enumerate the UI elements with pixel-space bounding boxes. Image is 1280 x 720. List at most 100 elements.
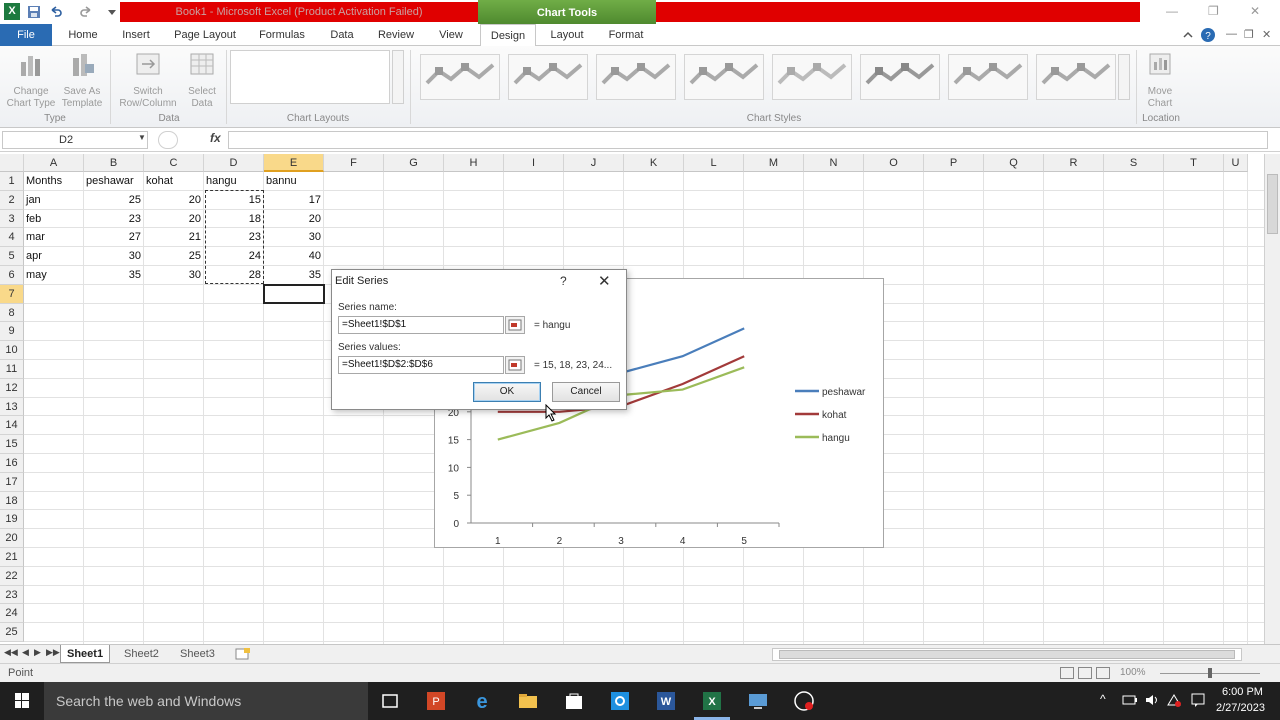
screen-recorder-icon[interactable] — [792, 689, 816, 713]
column-header[interactable]: K — [624, 154, 684, 172]
restore-icon[interactable]: ❐ — [1208, 4, 1219, 18]
edit-series-dialog[interactable]: Edit Series ? ✕ Series name: =Sheet1!$D$… — [331, 269, 627, 410]
cell[interactable]: mar — [26, 228, 86, 246]
row-header[interactable]: 7 — [0, 284, 24, 304]
help-icon[interactable]: ? — [1200, 27, 1216, 43]
row-header[interactable]: 11 — [0, 360, 24, 379]
row-header[interactable]: 4 — [0, 228, 24, 248]
battery-icon[interactable] — [1122, 694, 1138, 706]
row-header[interactable]: 25 — [0, 623, 24, 642]
cell[interactable]: 21 — [144, 228, 204, 246]
ribbon-minimize-icon[interactable] — [1182, 29, 1194, 41]
cell[interactable]: 35 — [84, 266, 144, 284]
column-header[interactable]: I — [504, 154, 564, 172]
series-name-collapse-button[interactable] — [505, 316, 525, 334]
column-header[interactable]: M — [744, 154, 804, 172]
tab-format[interactable]: Format — [600, 24, 652, 46]
edge-browser-icon[interactable]: e — [470, 689, 494, 713]
select-all-corner[interactable] — [0, 154, 24, 172]
vertical-scroll-thumb[interactable] — [1267, 174, 1278, 234]
page-layout-view-icon[interactable] — [1078, 667, 1092, 679]
horizontal-scrollbar[interactable] — [772, 648, 1242, 661]
row-header[interactable]: 14 — [0, 416, 24, 436]
cell[interactable]: 30 — [264, 228, 324, 246]
tab-review[interactable]: Review — [372, 24, 420, 46]
row-header[interactable]: 5 — [0, 247, 24, 266]
network-warning-icon[interactable] — [1166, 693, 1182, 707]
row-header[interactable]: 13 — [0, 397, 24, 417]
zoom-slider-thumb[interactable] — [1208, 668, 1212, 678]
close-icon[interactable]: ✕ — [1250, 4, 1260, 18]
tab-page-layout[interactable]: Page Layout — [168, 24, 242, 46]
column-header[interactable]: Q — [984, 154, 1044, 172]
cell[interactable]: 30 — [144, 266, 204, 284]
cell[interactable]: peshawar — [86, 172, 146, 190]
row-header[interactable]: 23 — [0, 585, 24, 605]
workbook-minimize-icon[interactable]: — — [1226, 28, 1237, 40]
formula-input[interactable] — [228, 131, 1268, 149]
sheet-tab-sheet1[interactable]: Sheet1 — [60, 645, 111, 663]
insert-sheet-icon[interactable] — [234, 647, 252, 661]
cell[interactable]: 17 — [264, 191, 324, 209]
row-header[interactable]: 21 — [0, 548, 24, 567]
column-header[interactable]: H — [444, 154, 504, 172]
insert-function-icon[interactable]: fx — [210, 131, 221, 145]
windows-start-icon[interactable] — [8, 690, 36, 712]
column-header[interactable]: E — [264, 154, 324, 172]
row-header[interactable]: 6 — [0, 266, 24, 285]
sheet-nav-last-icon[interactable]: ▶▶ — [46, 647, 60, 658]
normal-view-icon[interactable] — [1060, 667, 1074, 679]
chart-style-thumb[interactable] — [684, 54, 764, 100]
switch-row-column-button[interactable]: Switch Row/Column — [114, 50, 182, 110]
column-header[interactable]: U — [1224, 154, 1248, 172]
column-header[interactable]: T — [1164, 154, 1224, 172]
select-data-button[interactable]: Select Data — [184, 50, 220, 110]
cell[interactable]: 27 — [84, 228, 144, 246]
tab-data[interactable]: Data — [322, 24, 362, 46]
undo-icon[interactable] — [48, 4, 64, 20]
chart-styles-scroll[interactable] — [1118, 54, 1130, 100]
row-header[interactable]: 1 — [0, 172, 24, 191]
chart-style-thumb[interactable] — [596, 54, 676, 100]
cell[interactable]: bannu — [266, 172, 326, 190]
cell[interactable]: 20 — [144, 191, 204, 209]
clock-date[interactable]: 2/27/2023 — [1216, 702, 1265, 714]
column-header[interactable]: D — [204, 154, 264, 172]
column-header[interactable]: F — [324, 154, 384, 172]
sheet-nav-first-icon[interactable]: ◀◀ — [4, 647, 18, 658]
column-header[interactable]: O — [864, 154, 924, 172]
save-icon[interactable] — [26, 4, 42, 20]
zoom-level[interactable]: 100% — [1120, 667, 1146, 678]
word-icon[interactable]: W — [654, 689, 678, 713]
column-header[interactable]: N — [804, 154, 864, 172]
column-header[interactable]: S — [1104, 154, 1164, 172]
row-header[interactable]: 8 — [0, 303, 24, 323]
sheet-tab-sheet2[interactable]: Sheet2 — [118, 645, 165, 663]
row-header[interactable]: 22 — [0, 566, 24, 586]
column-header[interactable]: L — [684, 154, 744, 172]
cell[interactable]: 23 — [84, 210, 144, 228]
page-break-view-icon[interactable] — [1096, 667, 1110, 679]
tab-design[interactable]: Design — [480, 24, 536, 47]
row-header[interactable]: 18 — [0, 491, 24, 511]
cell[interactable]: apr — [26, 247, 86, 265]
minimize-icon[interactable]: — — [1166, 4, 1178, 18]
customize-qat-icon[interactable] — [104, 4, 120, 20]
cell[interactable]: may — [26, 266, 86, 284]
row-header[interactable]: 17 — [0, 472, 24, 492]
cell[interactable]: 30 — [84, 247, 144, 265]
cell[interactable]: kohat — [146, 172, 206, 190]
dialog-help-icon[interactable]: ? — [560, 274, 567, 288]
column-header[interactable]: B — [84, 154, 144, 172]
move-chart-button[interactable]: Move Chart — [1140, 50, 1180, 110]
tab-formulas[interactable]: Formulas — [252, 24, 312, 46]
cell[interactable]: 40 — [264, 247, 324, 265]
excel-app-icon[interactable]: X — [4, 3, 20, 20]
chart-style-thumb[interactable] — [772, 54, 852, 100]
tab-file[interactable]: File — [0, 24, 52, 46]
tab-layout[interactable]: Layout — [542, 24, 592, 46]
notifications-icon[interactable] — [1190, 692, 1206, 708]
cell[interactable]: 20 — [264, 210, 324, 228]
name-box[interactable]: D2 — [2, 131, 148, 149]
cell[interactable]: jan — [26, 191, 86, 209]
